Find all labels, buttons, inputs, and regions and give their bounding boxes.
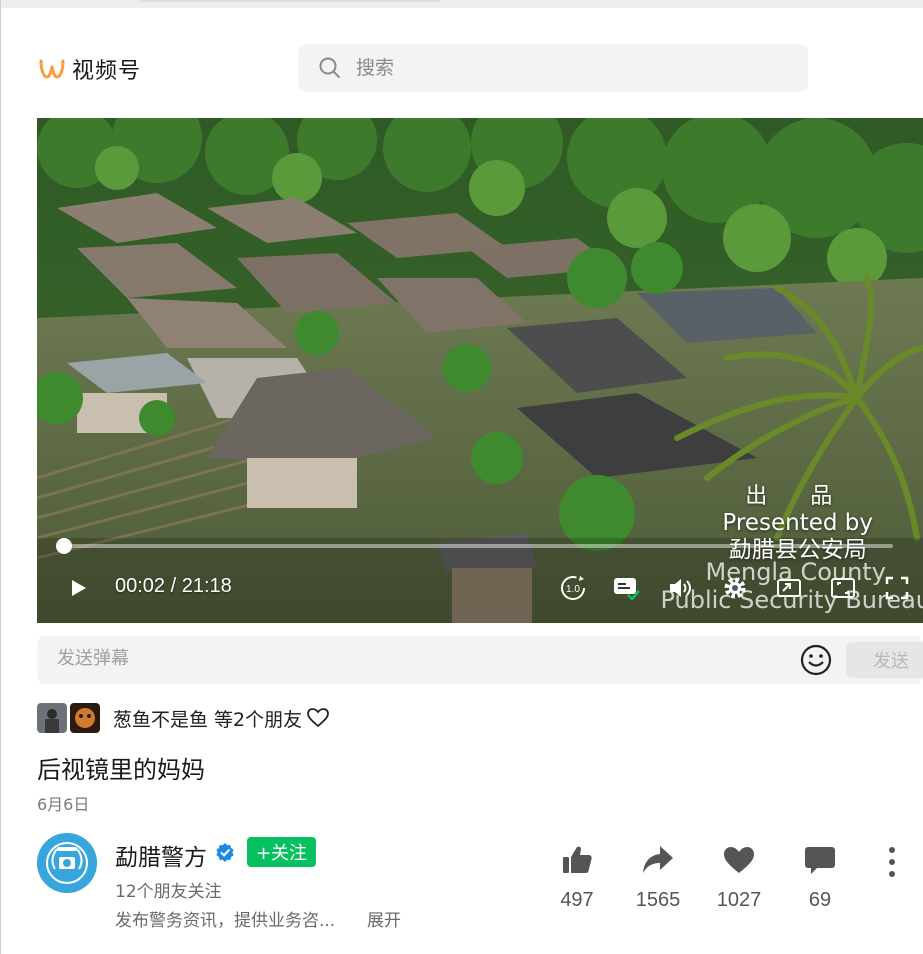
video-player[interactable]: 出 品 Presented by 勐腊县公安局 Mengla County Pu… [37, 118, 923, 623]
comment-action[interactable]: 69 [780, 843, 860, 912]
settings-button[interactable] [720, 573, 750, 603]
pip-button[interactable] [774, 573, 804, 603]
send-danmu-button[interactable]: 发送 [846, 642, 923, 678]
post-date: 6月6日 [37, 795, 90, 814]
credit-line-1: 出 品 [745, 484, 851, 509]
follow-button[interactable]: +关注 [247, 837, 316, 867]
friend-avatar-image [70, 703, 100, 733]
web-fullscreen-icon [831, 578, 855, 598]
play-icon [72, 580, 86, 596]
danmu-input[interactable] [57, 648, 757, 669]
danmu-toggle-button[interactable] [611, 573, 641, 603]
friend-avatar [70, 703, 100, 733]
gear-icon [724, 577, 746, 599]
progress-bar[interactable] [56, 538, 893, 554]
brand[interactable]: 视频号 [38, 53, 141, 85]
volume-icon [670, 579, 691, 597]
friends-liked-text: 葱鱼不是鱼 等2个朋友 [113, 708, 303, 731]
heart-outline-icon [307, 708, 330, 728]
video-credit-overlay: 出 品 Presented by 勐腊县公安局 [722, 483, 873, 564]
danmu-icon [614, 578, 640, 601]
browser-top-strip [0, 0, 923, 8]
web-fullscreen-button[interactable] [828, 573, 858, 603]
comment-icon [805, 847, 835, 874]
danmu-bar: 发送 [37, 636, 923, 684]
more-options-icon[interactable] [882, 845, 902, 879]
search-bar[interactable] [298, 44, 808, 92]
play-button[interactable] [63, 573, 93, 603]
playback-speed-icon: 1.0 [561, 576, 585, 600]
credit-line-2: Presented by [722, 510, 873, 536]
share-action[interactable]: 1565 [618, 843, 698, 912]
heart-icon [724, 847, 754, 873]
friends-liked-row[interactable]: 葱鱼不是鱼 等2个朋友 [37, 702, 330, 734]
fullscreen-icon [885, 576, 909, 600]
volume-button[interactable] [665, 573, 695, 603]
verified-badge-icon [216, 843, 234, 862]
search-input[interactable] [356, 57, 776, 79]
like-action[interactable]: 497 [537, 843, 617, 912]
top-strip-divider [140, 0, 440, 2]
window-left-border [0, 0, 1, 954]
account-description: 发布警务资讯，提供业务咨... [115, 911, 336, 931]
brand-name: 视频号 [72, 59, 142, 84]
time-display: 00:02 / 21:18 [115, 575, 232, 597]
speed-label: 1.0 [566, 584, 580, 595]
comment-count: 69 [808, 889, 832, 911]
share-count: 1565 [635, 889, 681, 911]
account-name[interactable]: 勐腊警方 [115, 838, 207, 872]
channels-logo-icon [39, 59, 65, 79]
emoji-icon[interactable] [799, 643, 833, 677]
heart-action[interactable]: 1027 [699, 843, 779, 912]
friend-avatar-image [37, 703, 67, 733]
account-avatar[interactable] [37, 833, 97, 893]
search-icon [319, 57, 340, 78]
speed-button[interactable]: 1.0 [558, 573, 588, 603]
expand-description-link[interactable]: 展开 [367, 906, 401, 931]
like-count: 497 [560, 889, 594, 911]
post-title: 后视镜里的妈妈 [37, 756, 205, 784]
heart-count: 1027 [716, 889, 762, 911]
picture-in-picture-icon [777, 579, 801, 597]
share-arrow-icon [643, 846, 673, 873]
player-controls: 00:02 / 21:18 1.0 [37, 568, 923, 608]
thumbs-up-icon [563, 846, 592, 873]
friend-avatar [37, 703, 67, 733]
friends-following-count: 12个朋友关注 [115, 882, 222, 902]
fullscreen-button[interactable] [882, 573, 912, 603]
police-emblem-icon [37, 833, 97, 893]
